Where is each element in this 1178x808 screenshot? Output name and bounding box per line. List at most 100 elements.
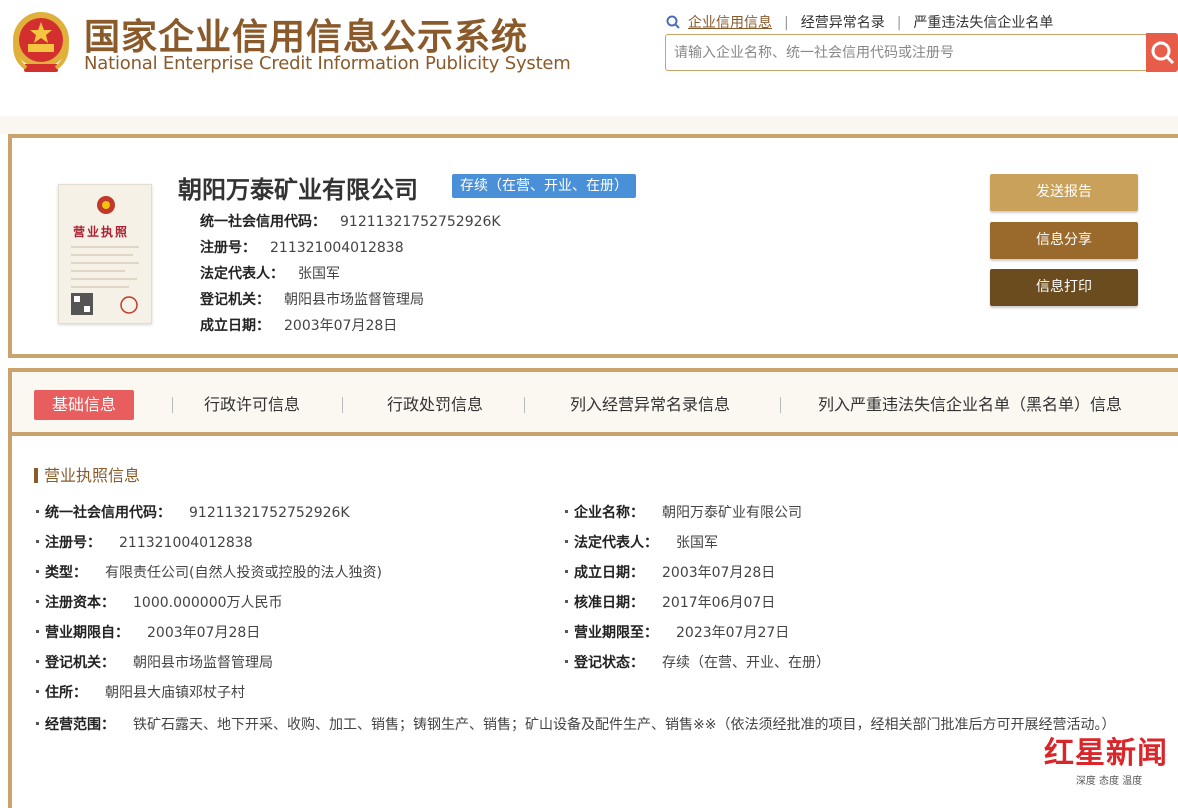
field-label: 住所：	[45, 685, 87, 701]
watermark-slogan: 深度 态度 温度	[1075, 776, 1143, 787]
field-label: 营业期限自：	[45, 625, 129, 641]
field-term-from: 营业期限自： 2003年07月28日	[36, 622, 260, 642]
watermark-logo-text: 红星新闻	[1044, 736, 1168, 771]
section-bar	[34, 468, 38, 483]
tab-separator	[524, 397, 525, 413]
field-label: 注册资本：	[45, 595, 115, 611]
bullet	[36, 660, 39, 663]
field-founded-date: 成立日期： 2003年07月28日	[565, 562, 775, 582]
nav-link-blacklist[interactable]: 严重违法失信企业名单	[913, 15, 1053, 31]
field-value: 2017年06月07日	[662, 595, 776, 611]
section-title-text: 营业执照信息	[44, 466, 141, 485]
section-title: 营业执照信息	[34, 462, 140, 486]
nav-link-abnormal-list[interactable]: 经营异常名录	[801, 15, 885, 31]
field-reg-authority: 登记机关： 朝阳县市场监督管理局	[36, 652, 273, 672]
field-value: 朝阳万泰矿业有限公司	[662, 505, 802, 521]
search-input[interactable]	[666, 35, 1149, 70]
share-info-button[interactable]: 信息分享	[990, 222, 1138, 259]
field-label: 营业期限至：	[574, 625, 658, 641]
field-value: 211321004012838	[119, 535, 253, 551]
bullet	[36, 722, 39, 725]
nav-link-credit-info[interactable]: 企业信用信息	[688, 15, 772, 31]
company-summary-card: 营业执照 朝阳万泰矿业有限公司 存续（在营、开业、在册） 统一社会信用代码： 91…	[8, 134, 1178, 358]
info-value: 朝阳县市场监督管理局	[284, 292, 424, 308]
info-founded-date: 成立日期： 2003年07月28日	[200, 315, 397, 335]
tab-blacklist[interactable]: 列入严重违法失信企业名单（黑名单）信息	[818, 390, 1122, 420]
field-approval-date: 核准日期： 2017年06月07日	[565, 592, 775, 612]
business-license-thumbnail[interactable]: 营业执照	[58, 184, 152, 324]
field-label: 类型：	[45, 565, 87, 581]
top-nav: 企业信用信息 | 经营异常名录 | 严重违法失信企业名单	[666, 12, 1053, 32]
nav-separator: |	[896, 15, 902, 31]
field-label: 成立日期：	[574, 565, 644, 581]
field-reg-number: 注册号： 211321004012838	[36, 532, 253, 552]
tab-admin-penalty[interactable]: 行政处罚信息	[387, 390, 483, 420]
field-value: 朝阳县大庙镇邓杖子村	[105, 685, 245, 701]
info-value: 211321004012838	[270, 240, 404, 256]
print-info-button[interactable]: 信息打印	[990, 269, 1138, 306]
field-label: 登记状态：	[574, 655, 644, 671]
bullet	[565, 600, 568, 603]
field-business-scope: 经营范围： 铁矿石露天、地下开采、收购、加工、销售；铸钢生产、销售；矿山设备及配件…	[36, 712, 1156, 738]
search-icon	[1151, 41, 1175, 65]
detail-panel: 基础信息 行政许可信息 行政处罚信息 列入经营异常名录信息 列入严重违法失信企业…	[8, 368, 1178, 808]
tab-separator	[172, 397, 173, 413]
field-label: 核准日期：	[574, 595, 644, 611]
field-label: 注册号：	[45, 535, 101, 551]
search-box	[665, 34, 1149, 71]
field-value: 铁矿石露天、地下开采、收购、加工、销售；铸钢生产、销售；矿山设备及配件生产、销售…	[133, 717, 1116, 733]
info-reg-authority: 登记机关： 朝阳县市场监督管理局	[200, 289, 424, 309]
site-header: 国家企业信用信息公示系统 National Enterprise Credit …	[0, 0, 1178, 118]
field-label: 企业名称：	[574, 505, 644, 521]
tab-separator	[342, 397, 343, 413]
field-credit-code: 统一社会信用代码： 91211321752752926K	[36, 502, 350, 522]
field-value: 91211321752752926K	[189, 505, 350, 521]
info-value: 张国军	[298, 266, 340, 282]
field-reg-status: 登记状态： 存续（在营、开业、在册）	[565, 652, 830, 672]
info-label: 法定代表人：	[200, 266, 284, 282]
nav-separator: |	[784, 15, 789, 31]
tab-basic-info[interactable]: 基础信息	[34, 390, 135, 420]
bullet	[36, 570, 39, 573]
field-value: 有限责任公司(自然人投资或控股的法人独资)	[105, 565, 382, 581]
header-divider-band	[0, 116, 1178, 134]
field-value: 2003年07月28日	[662, 565, 776, 581]
field-value: 朝阳县市场监督管理局	[133, 655, 273, 671]
field-label: 登记机关：	[45, 655, 115, 671]
send-report-button[interactable]: 发送报告	[990, 174, 1138, 211]
bullet	[36, 690, 39, 693]
field-type: 类型： 有限责任公司(自然人投资或控股的法人独资)	[36, 562, 382, 582]
field-reg-capital: 注册资本： 1000.000000万人民币	[36, 592, 283, 612]
bullet	[565, 540, 568, 543]
license-content-lines	[71, 246, 139, 315]
bullet	[565, 630, 568, 633]
info-value: 91211321752752926K	[340, 214, 501, 230]
info-reg-number: 注册号： 211321004012838	[200, 237, 404, 257]
info-value: 2003年07月28日	[284, 318, 398, 334]
tab-admin-license[interactable]: 行政许可信息	[204, 390, 300, 420]
national-emblem-icon	[13, 12, 69, 72]
bullet	[36, 510, 39, 513]
info-credit-code: 统一社会信用代码： 91211321752752926K	[200, 211, 501, 231]
info-label: 统一社会信用代码：	[200, 214, 326, 230]
bullet	[36, 630, 39, 633]
info-label: 登记机关：	[200, 292, 270, 308]
search-button[interactable]	[1146, 33, 1178, 72]
field-value: 2003年07月28日	[147, 625, 261, 641]
news-watermark: 红星新闻 深度 态度 温度	[1044, 728, 1174, 790]
tab-abnormal-list[interactable]: 列入经营异常名录信息	[570, 390, 730, 420]
bullet	[565, 570, 568, 573]
field-address: 住所： 朝阳县大庙镇邓杖子村	[36, 682, 245, 702]
field-label: 法定代表人：	[574, 535, 658, 551]
field-value: 1000.000000万人民币	[133, 595, 283, 611]
company-name: 朝阳万泰矿业有限公司	[178, 176, 418, 204]
info-legal-rep: 法定代表人： 张国军	[200, 263, 340, 283]
field-value: 2023年07月27日	[676, 625, 790, 641]
bullet	[36, 600, 39, 603]
bullet	[565, 660, 568, 663]
bullet	[36, 540, 39, 543]
field-term-to: 营业期限至： 2023年07月27日	[565, 622, 789, 642]
field-value: 存续（在营、开业、在册）	[662, 655, 830, 671]
info-label: 注册号：	[200, 240, 256, 256]
field-legal-rep: 法定代表人： 张国军	[565, 532, 718, 552]
